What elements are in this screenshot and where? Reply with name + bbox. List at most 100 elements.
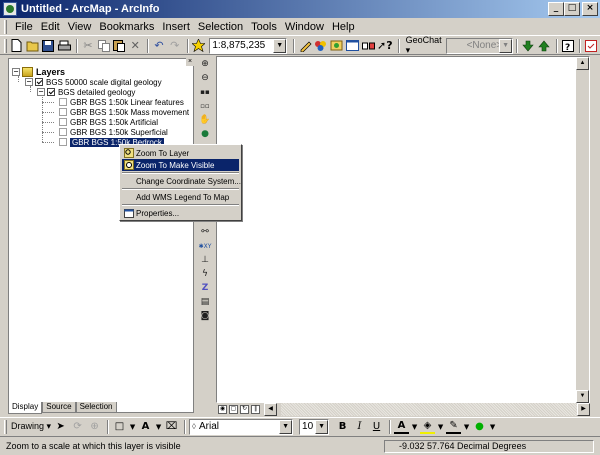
tab-display[interactable]: Display bbox=[8, 402, 43, 414]
scroll-down-icon[interactable]: ▼ bbox=[576, 390, 589, 403]
go-to-xy-icon[interactable]: ✱XY bbox=[199, 240, 212, 253]
arcmap-app-icon[interactable] bbox=[3, 2, 17, 16]
refresh-icon[interactable]: ↻ bbox=[240, 405, 249, 414]
toc-node-layers[interactable]: − Layers bbox=[12, 67, 65, 77]
menu-file[interactable]: File bbox=[11, 21, 37, 33]
menu-insert[interactable]: Insert bbox=[158, 21, 194, 33]
toc-node-group[interactable]: − BGS 50000 scale digital geology bbox=[25, 77, 162, 87]
menu-help[interactable]: Help bbox=[328, 21, 359, 33]
vertical-scrollbar[interactable]: ▲ ▼ bbox=[576, 57, 589, 403]
measure-icon[interactable]: ⊥ bbox=[199, 254, 211, 267]
menu-tools[interactable]: Tools bbox=[247, 21, 281, 33]
undo-icon[interactable]: ↶ bbox=[152, 38, 166, 54]
menu-view[interactable]: View bbox=[64, 21, 96, 33]
save-icon[interactable] bbox=[42, 38, 56, 54]
menubar-grip[interactable] bbox=[4, 19, 7, 34]
pan-icon[interactable]: ✋ bbox=[199, 114, 211, 127]
scroll-up-icon[interactable]: ▲ bbox=[576, 57, 589, 70]
close-icon[interactable]: × bbox=[582, 2, 598, 16]
minimize-icon[interactable]: _ bbox=[548, 2, 564, 16]
copy-icon[interactable] bbox=[97, 38, 111, 54]
fixed-zoom-out-icon[interactable]: ▫▫ bbox=[199, 100, 211, 113]
menu-zoom-to-make-visible[interactable]: Zoom To Make Visible bbox=[122, 159, 239, 171]
visibility-checkbox[interactable] bbox=[35, 78, 43, 86]
close-icon[interactable]: × bbox=[186, 58, 194, 66]
chevron-down-icon[interactable]: ▼ bbox=[273, 38, 287, 53]
toc-layer-artificial[interactable]: GBR BGS 1:50k Artificial bbox=[59, 117, 158, 127]
edit-vertices-icon[interactable]: ⌧ bbox=[164, 420, 179, 434]
command-line-icon[interactable] bbox=[345, 38, 359, 54]
line-color-icon[interactable]: ✎ bbox=[446, 420, 462, 434]
visibility-checkbox[interactable] bbox=[59, 108, 67, 116]
zoom-in-icon[interactable]: ⊕ bbox=[199, 58, 211, 71]
open-folder-icon[interactable] bbox=[26, 38, 40, 54]
chevron-down-icon[interactable]: ▼ bbox=[155, 420, 162, 434]
binoculars-icon[interactable]: ⚯ bbox=[199, 226, 211, 239]
data-view-icon[interactable]: ◉ bbox=[218, 405, 227, 414]
drawing-menu[interactable]: Drawing ▾ bbox=[11, 421, 51, 432]
chevron-down-icon[interactable]: ▼ bbox=[129, 420, 136, 434]
collapse-icon[interactable]: − bbox=[25, 78, 33, 86]
paste-icon[interactable] bbox=[113, 38, 127, 54]
menu-properties[interactable]: Properties... bbox=[122, 207, 239, 219]
arccatalog-icon[interactable] bbox=[330, 38, 344, 54]
chevron-down-icon[interactable]: ▼ bbox=[279, 419, 293, 434]
arctoolbox-icon[interactable] bbox=[314, 38, 328, 54]
tab-selection[interactable]: Selection bbox=[75, 402, 117, 413]
chevron-down-icon[interactable]: ▼ bbox=[315, 419, 329, 434]
fill-color-icon[interactable]: ◈ bbox=[420, 420, 436, 434]
rectangle-icon[interactable]: □ bbox=[112, 420, 127, 434]
zoom-whole-page-icon[interactable]: ⊕ bbox=[87, 420, 102, 434]
visibility-checkbox[interactable] bbox=[59, 128, 67, 136]
font-name-combo[interactable]: ◊ Arial ▼ bbox=[189, 418, 294, 435]
menu-window[interactable]: Window bbox=[281, 21, 328, 33]
bold-icon[interactable]: B bbox=[335, 420, 350, 434]
rotate-icon[interactable]: ⟳ bbox=[70, 420, 85, 434]
new-text-icon[interactable]: A bbox=[138, 420, 153, 434]
visibility-checkbox[interactable] bbox=[47, 88, 55, 96]
print-icon[interactable] bbox=[57, 38, 71, 54]
chevron-down-icon[interactable]: ▼ bbox=[463, 420, 470, 434]
pause-drawing-icon[interactable]: ∥ bbox=[251, 405, 260, 414]
cut-icon[interactable]: ✂ bbox=[81, 38, 95, 54]
title-bar[interactable]: Untitled - ArcMap - ArcInfo _ □ × bbox=[0, 0, 600, 18]
whats-this-icon[interactable]: ➚? bbox=[377, 38, 393, 54]
tab-source[interactable]: Source bbox=[42, 402, 76, 413]
model-builder-icon[interactable] bbox=[361, 38, 375, 54]
toc-node-subgroup[interactable]: − BGS detailed geology bbox=[37, 87, 135, 97]
map-display[interactable] bbox=[216, 56, 590, 403]
marker-color-icon[interactable]: ● bbox=[472, 420, 487, 434]
upload-icon[interactable] bbox=[537, 38, 551, 54]
layer-target-combo[interactable]: <None> ▼ bbox=[445, 37, 514, 54]
toc-layer-linear-features[interactable]: GBR BGS 1:50k Linear features bbox=[59, 97, 184, 107]
collapse-icon[interactable]: − bbox=[12, 68, 20, 76]
visibility-checkbox[interactable] bbox=[59, 138, 67, 146]
help-icon[interactable]: ? bbox=[561, 38, 575, 54]
menu-zoom-to-layer[interactable]: Zoom To Layer bbox=[122, 147, 239, 159]
menu-edit[interactable]: Edit bbox=[37, 21, 64, 33]
underline-icon[interactable]: U bbox=[369, 420, 384, 434]
time-slider-icon[interactable]: Z bbox=[199, 282, 211, 295]
chevron-down-icon[interactable]: ▼ bbox=[489, 420, 496, 434]
font-color-icon[interactable]: A bbox=[394, 420, 410, 434]
font-size-combo[interactable]: 10 ▼ bbox=[299, 418, 330, 435]
new-document-icon[interactable] bbox=[10, 38, 24, 54]
download-icon[interactable] bbox=[521, 38, 535, 54]
visibility-checkbox[interactable] bbox=[59, 118, 67, 126]
add-data-icon[interactable] bbox=[191, 38, 206, 54]
redo-icon[interactable]: ↷ bbox=[168, 38, 182, 54]
scroll-right-icon[interactable]: ▶ bbox=[577, 403, 590, 416]
geochat-dropdown[interactable]: GeoChat ▾ bbox=[406, 35, 443, 56]
menu-add-wms-legend[interactable]: Add WMS Legend To Map bbox=[122, 191, 239, 203]
full-extent-icon[interactable]: ● bbox=[199, 128, 211, 141]
chevron-down-icon[interactable]: ▼ bbox=[437, 420, 444, 434]
toc-layer-mass-movement[interactable]: GBR BGS 1:50k Mass movement bbox=[59, 107, 189, 117]
visibility-checkbox[interactable] bbox=[59, 98, 67, 106]
select-elements-icon[interactable]: ➤ bbox=[53, 420, 68, 434]
toc-layer-superficial[interactable]: GBR BGS 1:50k Superficial bbox=[59, 127, 168, 137]
layout-view-icon[interactable]: ▢ bbox=[229, 405, 238, 414]
toolbar-grip[interactable] bbox=[4, 38, 7, 53]
maximize-icon[interactable]: □ bbox=[564, 2, 580, 16]
zoom-out-icon[interactable]: ⊖ bbox=[199, 72, 211, 85]
italic-icon[interactable]: I bbox=[352, 420, 367, 434]
